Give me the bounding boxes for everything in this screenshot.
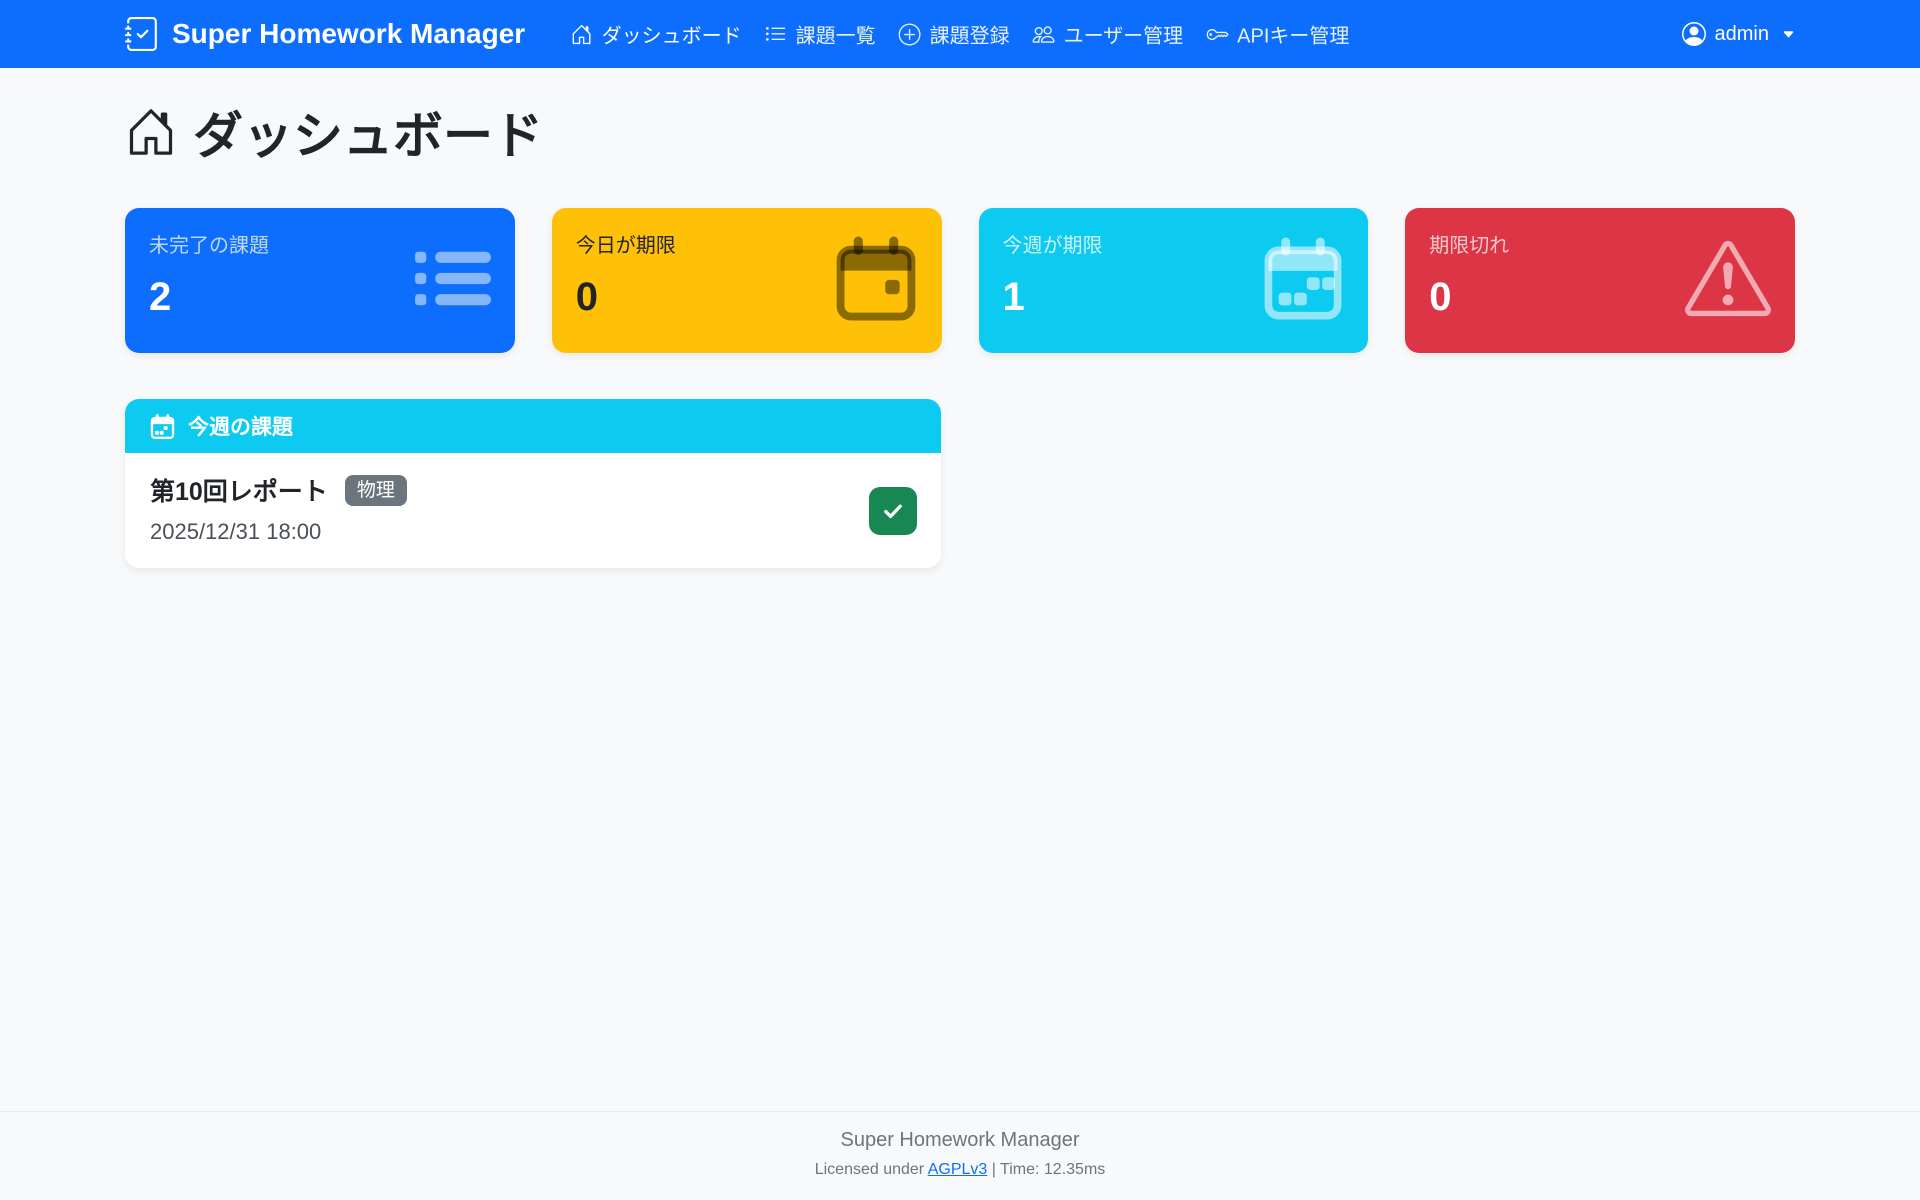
main-content: ダッシュボード 未完了の課題 2 今日が期限 0 xyxy=(0,68,1920,1111)
top-navbar: Super Homework Manager ダッシュボード 課題一覧 課題登録 xyxy=(0,0,1920,68)
person-circle-icon xyxy=(1682,22,1706,46)
footer-license-line: Licensed under AGPLv3 | Time: 12.35ms xyxy=(0,1161,1920,1179)
user-name: admin xyxy=(1715,23,1769,46)
check-icon xyxy=(881,499,905,523)
caret-down-icon xyxy=(1782,28,1795,41)
navbar-container: Super Homework Manager ダッシュボード 課題一覧 課題登録 xyxy=(125,0,1795,68)
stat-card-due-today: 今日が期限 0 xyxy=(552,208,942,353)
nav-item-label: ダッシュボード xyxy=(602,20,742,49)
footer-app-name: Super Homework Manager xyxy=(0,1129,1920,1152)
list-ul-icon xyxy=(765,23,787,45)
mark-done-button[interactable] xyxy=(869,487,917,535)
calendar-week-icon xyxy=(150,414,175,439)
nav-item-dashboard[interactable]: ダッシュボード xyxy=(571,20,742,49)
nav-item-task-list[interactable]: 課題一覧 xyxy=(765,20,876,49)
list-icon xyxy=(415,249,491,312)
calendar-event-icon xyxy=(834,236,918,325)
nav-item-label: 課題登録 xyxy=(930,20,1010,49)
page-title: ダッシュボード xyxy=(125,96,1795,168)
task-due-date: 2025/12/31 18:00 xyxy=(150,519,916,545)
house-icon xyxy=(571,23,593,45)
stat-card-incomplete: 未完了の課題 2 xyxy=(125,208,515,353)
weekly-tasks-header: 今週の課題 xyxy=(125,399,941,453)
subject-badge: 物理 xyxy=(345,475,407,506)
calendar-week-icon xyxy=(1262,237,1344,324)
key-icon xyxy=(1206,23,1228,45)
journal-check-icon xyxy=(125,17,159,51)
nav-item-api-keys[interactable]: APIキー管理 xyxy=(1206,20,1349,49)
main-nav: ダッシュボード 課題一覧 課題登録 ユーザー管理 xyxy=(571,20,1350,49)
task-list-item: 第10回レポート 物理 2025/12/31 18:00 xyxy=(125,453,941,568)
nav-item-user-management[interactable]: ユーザー管理 xyxy=(1033,20,1184,49)
weekly-tasks-title: 今週の課題 xyxy=(188,411,293,441)
warning-triangle-icon xyxy=(1685,235,1771,326)
stat-card-overdue: 期限切れ 0 xyxy=(1405,208,1795,353)
plus-circle-icon xyxy=(899,23,921,45)
footer-license-prefix: Licensed under xyxy=(815,1161,928,1178)
footer-license-suffix: | Time: 12.35ms xyxy=(987,1161,1105,1178)
page-footer: Super Homework Manager Licensed under AG… xyxy=(0,1111,1920,1200)
weekly-tasks-panel: 今週の課題 第10回レポート 物理 2025/12/31 18:00 xyxy=(125,399,941,568)
stat-card-due-this-week: 今週が期限 1 xyxy=(979,208,1369,353)
house-icon xyxy=(125,106,177,158)
brand-title: Super Homework Manager xyxy=(172,18,525,50)
agplv3-link[interactable]: AGPLv3 xyxy=(928,1161,988,1178)
nav-item-label: 課題一覧 xyxy=(796,20,876,49)
nav-item-task-register[interactable]: 課題登録 xyxy=(899,20,1010,49)
nav-item-label: APIキー管理 xyxy=(1237,20,1349,49)
page-title-text: ダッシュボード xyxy=(193,96,543,168)
stats-row: 未完了の課題 2 今日が期限 0 xyxy=(125,208,1795,353)
user-menu-dropdown[interactable]: admin xyxy=(1682,22,1795,46)
nav-item-label: ユーザー管理 xyxy=(1064,20,1184,49)
brand-link[interactable]: Super Homework Manager xyxy=(125,17,525,51)
task-title: 第10回レポート xyxy=(150,472,328,508)
people-icon xyxy=(1033,23,1055,45)
